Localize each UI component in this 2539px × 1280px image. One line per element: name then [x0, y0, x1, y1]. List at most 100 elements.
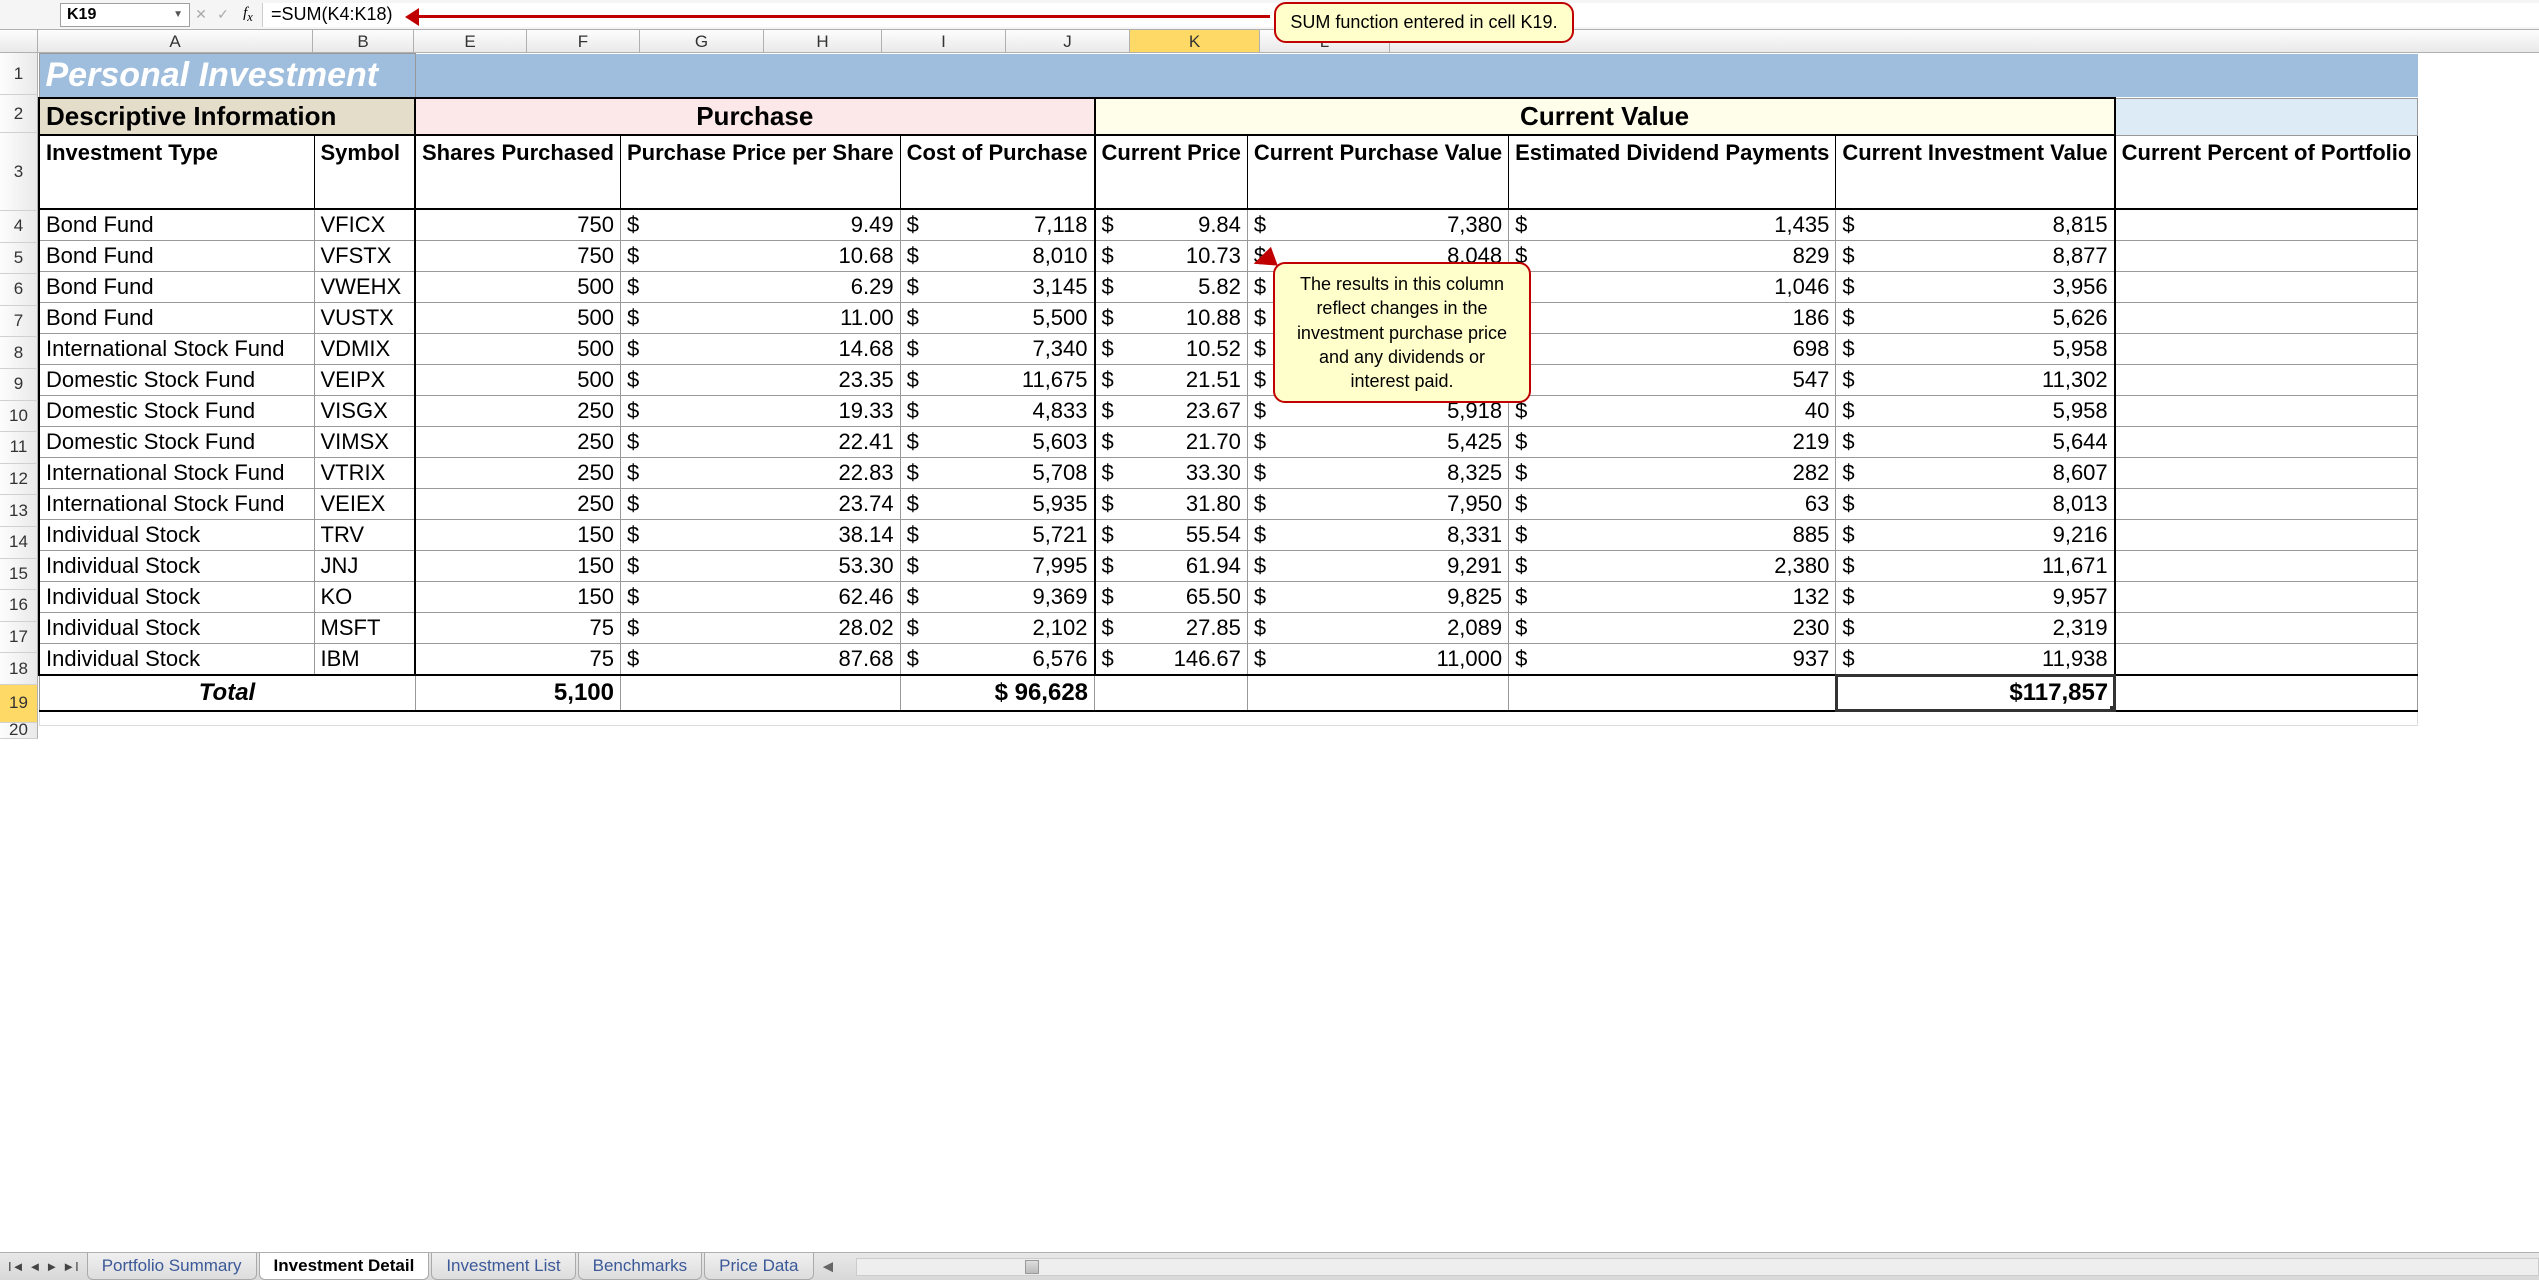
cell-pct[interactable] — [2115, 334, 2418, 365]
cell-symbol[interactable]: VEIPX — [314, 365, 415, 396]
row-header-16[interactable]: 16 — [0, 590, 38, 622]
cell-type[interactable]: Domestic Stock Fund — [39, 427, 314, 458]
cell-civ[interactable]: $8,013 — [1836, 489, 2115, 520]
cell-curprice[interactable]: $65.50 — [1095, 582, 1248, 613]
cell-type[interactable]: Domestic Stock Fund — [39, 365, 314, 396]
row-header-15[interactable]: 15 — [0, 559, 38, 591]
cell-cost[interactable]: $5,721 — [900, 520, 1094, 551]
cell-curprice[interactable]: $31.80 — [1095, 489, 1248, 520]
col-header-J[interactable]: J — [1006, 30, 1130, 52]
cell-civ[interactable]: $8,877 — [1836, 241, 2115, 272]
cell-shares[interactable]: 250 — [415, 489, 620, 520]
row-header-8[interactable]: 8 — [0, 337, 38, 369]
cell-curprice[interactable]: $10.52 — [1095, 334, 1248, 365]
tab-last-icon[interactable]: ►I — [62, 1259, 78, 1274]
cell-curpurch[interactable]: $5,425 — [1247, 427, 1508, 458]
cell-cost[interactable]: $5,500 — [900, 303, 1094, 334]
cell-curpurch[interactable]: $2,089 — [1247, 613, 1508, 644]
cell-div[interactable]: $230 — [1509, 613, 1836, 644]
cell-curprice[interactable]: $21.70 — [1095, 427, 1248, 458]
row-header-7[interactable]: 7 — [0, 306, 38, 338]
cell-cost[interactable]: $8,010 — [900, 241, 1094, 272]
cell-civ[interactable]: $11,938 — [1836, 644, 2115, 676]
cell-cost[interactable]: $7,118 — [900, 209, 1094, 241]
cell-pps[interactable]: $19.33 — [620, 396, 900, 427]
row-header-6[interactable]: 6 — [0, 274, 38, 306]
cell-curprice[interactable]: $9.84 — [1095, 209, 1248, 241]
cell-shares[interactable]: 250 — [415, 458, 620, 489]
cell-pps[interactable]: $14.68 — [620, 334, 900, 365]
cell-shares[interactable]: 150 — [415, 582, 620, 613]
col-header-B[interactable]: B — [313, 30, 414, 52]
cell-type[interactable]: Bond Fund — [39, 241, 314, 272]
cell-cost[interactable]: $3,145 — [900, 272, 1094, 303]
row-header-4[interactable]: 4 — [0, 211, 38, 243]
cell-type[interactable]: International Stock Fund — [39, 489, 314, 520]
cell-civ[interactable]: $8,815 — [1836, 209, 2115, 241]
select-all-corner[interactable] — [0, 30, 38, 52]
cell-type[interactable]: Individual Stock — [39, 582, 314, 613]
horizontal-scrollbar[interactable] — [856, 1258, 2539, 1276]
cell-pps[interactable]: $87.68 — [620, 644, 900, 676]
cell-pct[interactable] — [2115, 209, 2418, 241]
cell-pps[interactable]: $10.68 — [620, 241, 900, 272]
cell-symbol[interactable]: VDMIX — [314, 334, 415, 365]
cell-div[interactable]: $2,380 — [1509, 551, 1836, 582]
cell-pps[interactable]: $23.74 — [620, 489, 900, 520]
cell-civ[interactable]: $9,216 — [1836, 520, 2115, 551]
cell-curpurch[interactable]: $9,825 — [1247, 582, 1508, 613]
tab-first-icon[interactable]: I◄ — [8, 1259, 24, 1274]
row-header-19[interactable]: 19 — [0, 685, 38, 723]
cell-type[interactable]: Individual Stock — [39, 644, 314, 676]
cell-div[interactable]: $885 — [1509, 520, 1836, 551]
cell-pps[interactable]: $22.83 — [620, 458, 900, 489]
col-header-F[interactable]: F — [527, 30, 640, 52]
cell-div[interactable]: $282 — [1509, 458, 1836, 489]
cell-symbol[interactable]: VEIEX — [314, 489, 415, 520]
cell-pct[interactable] — [2115, 582, 2418, 613]
row-header-10[interactable]: 10 — [0, 401, 38, 433]
cell-shares[interactable]: 750 — [415, 209, 620, 241]
cell-shares[interactable]: 500 — [415, 365, 620, 396]
cell-cost[interactable]: $5,935 — [900, 489, 1094, 520]
grid[interactable]: Personal Investment Descriptive Informat… — [38, 53, 2418, 739]
cell-shares[interactable]: 500 — [415, 334, 620, 365]
cell-pps[interactable]: $23.35 — [620, 365, 900, 396]
cell-shares[interactable]: 750 — [415, 241, 620, 272]
cell-curpurch[interactable]: $7,380 — [1247, 209, 1508, 241]
cell-type[interactable]: Individual Stock — [39, 520, 314, 551]
cell-div[interactable]: $547 — [1509, 365, 1836, 396]
row-header-13[interactable]: 13 — [0, 495, 38, 527]
cell-pps[interactable]: $28.02 — [620, 613, 900, 644]
cell-symbol[interactable]: KO — [314, 582, 415, 613]
cell-cost[interactable]: $2,102 — [900, 613, 1094, 644]
cell-civ[interactable]: $3,956 — [1836, 272, 2115, 303]
cell-curpurch[interactable]: $8,325 — [1247, 458, 1508, 489]
horizontal-scroll-thumb[interactable] — [1025, 1260, 1039, 1274]
cell-pct[interactable] — [2115, 303, 2418, 334]
cell-symbol[interactable]: VTRIX — [314, 458, 415, 489]
row-header-17[interactable]: 17 — [0, 622, 38, 654]
cell-pps[interactable]: $9.49 — [620, 209, 900, 241]
cell-symbol[interactable]: VFICX — [314, 209, 415, 241]
cell-shares[interactable]: 150 — [415, 551, 620, 582]
cell-type[interactable]: Bond Fund — [39, 209, 314, 241]
cell-symbol[interactable]: VWEHX — [314, 272, 415, 303]
cell-type[interactable]: International Stock Fund — [39, 458, 314, 489]
cell-div[interactable]: $829 — [1509, 241, 1836, 272]
cell-pct[interactable] — [2115, 365, 2418, 396]
cell-div[interactable]: $1,046 — [1509, 272, 1836, 303]
row-header-11[interactable]: 11 — [0, 432, 38, 464]
cell-civ[interactable]: $5,958 — [1836, 396, 2115, 427]
cell-pct[interactable] — [2115, 644, 2418, 676]
col-header-I[interactable]: I — [882, 30, 1006, 52]
col-header-A[interactable]: A — [38, 30, 313, 52]
col-header-K[interactable]: K — [1130, 30, 1260, 52]
name-box[interactable]: K19 ▼ — [60, 3, 190, 27]
row-header-20[interactable]: 20 — [0, 723, 38, 739]
cell-div[interactable]: $1,435 — [1509, 209, 1836, 241]
cell-curprice[interactable]: $5.82 — [1095, 272, 1248, 303]
col-header-E[interactable]: E — [414, 30, 527, 52]
sheet-tab-price-data[interactable]: Price Data — [704, 1253, 813, 1280]
cell-cost[interactable]: $9,369 — [900, 582, 1094, 613]
